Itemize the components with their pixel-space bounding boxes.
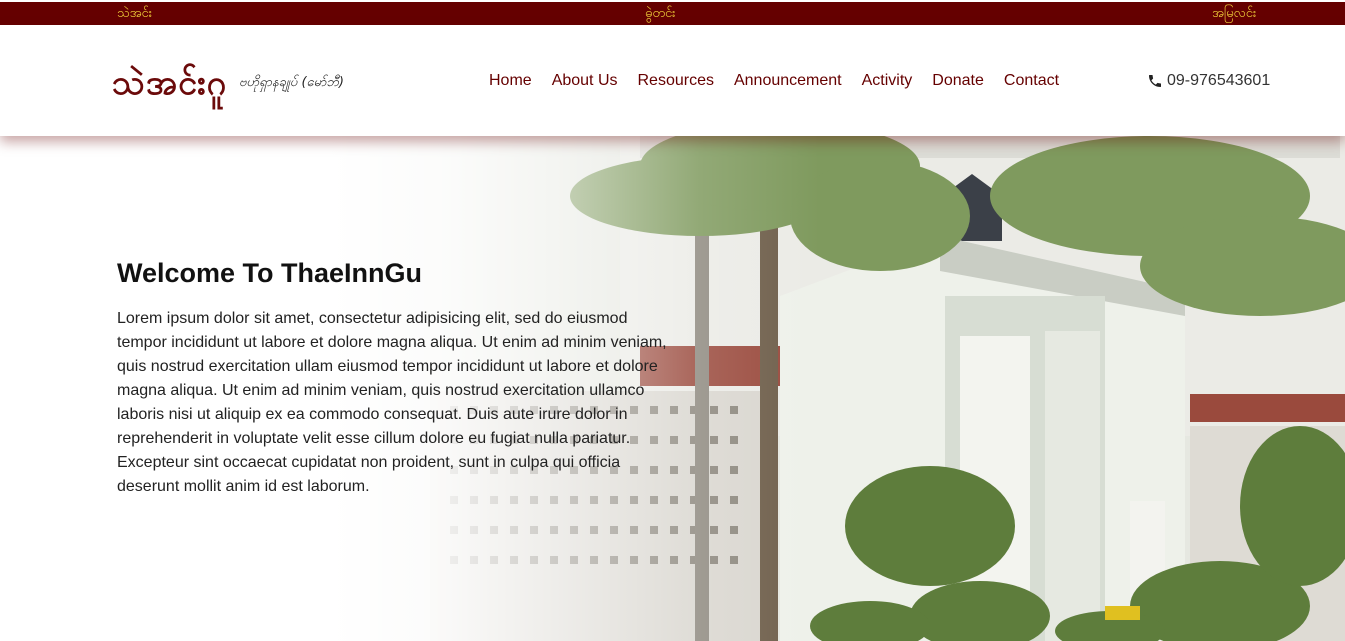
topbar-link-middle[interactable]: ဓွဲတင်း [645,5,675,24]
hero-description: Lorem ipsum dolor sit amet, consectetur … [117,310,667,495]
nav-activity[interactable]: Activity [862,72,913,90]
nav-donate[interactable]: Donate [932,72,984,90]
brand-logo[interactable]: သဲအင်းဂူ ဗဟိုရှာနချုပ် (မော်ဘီ) [112,63,344,103]
topbar-link-left[interactable]: သဲအင်း [117,5,152,24]
nav-about-us[interactable]: About Us [552,72,618,90]
phone-contact[interactable]: 09-976543601 [1147,72,1270,90]
brand-title: သဲအင်းဂူ [112,63,227,103]
brand-subtitle: ဗဟိုရှာနချုပ် (မော်ဘီ) [239,75,344,90]
main-nav: Home About Us Resources Announcement Act… [489,72,1079,90]
nav-contact[interactable]: Contact [1004,72,1059,90]
nav-resources[interactable]: Resources [638,72,714,90]
site-header: သဲအင်းဂူ ဗဟိုရှာနချုပ် (မော်ဘီ) Home Abo… [0,25,1345,136]
top-bar: သဲအင်း ဓွဲတင်း အမြလင်း [0,2,1345,25]
phone-number: 09-976543601 [1167,72,1271,89]
topbar-link-right[interactable]: အမြလင်း [1212,5,1256,24]
phone-icon [1149,75,1161,87]
nav-home[interactable]: Home [489,72,532,90]
hero-title: Welcome To ThaeInnGu [117,258,423,288]
hero-section: Welcome To ThaeInnGu Lorem ipsum dolor s… [0,136,1345,641]
nav-announcement[interactable]: Announcement [734,72,842,90]
